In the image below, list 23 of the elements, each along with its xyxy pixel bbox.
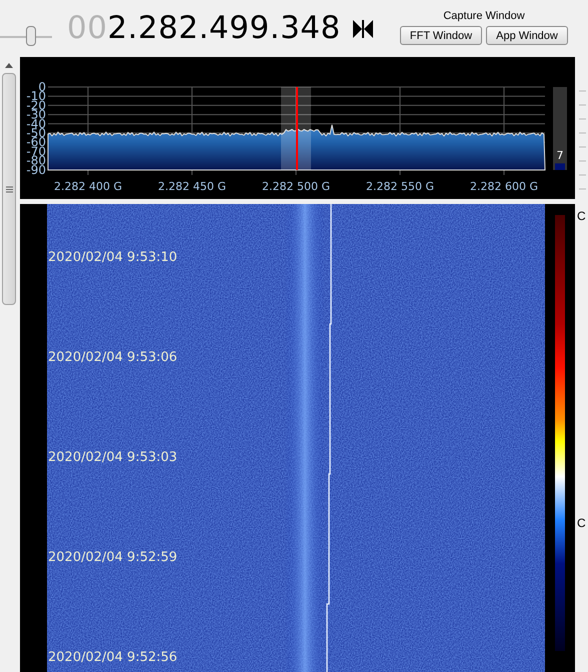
- axis-label: 2.282 450 G: [158, 180, 226, 193]
- axis-label: 2.282 600 G: [470, 180, 538, 193]
- capture-button[interactable]: App Window: [486, 26, 568, 46]
- capture-label: Capture Window: [443, 8, 525, 24]
- meter-reading: 7: [556, 149, 564, 162]
- bowtie-icon[interactable]: [352, 20, 373, 38]
- timestamp: 2020/02/04 9:53:06: [48, 351, 178, 364]
- scale-label: C: [577, 517, 587, 529]
- slider-thumb[interactable]: [26, 26, 36, 46]
- scale-label: C: [577, 210, 587, 222]
- timestamp: 2020/02/04 9:53:10: [48, 251, 178, 264]
- axis-label: 2.282 550 G: [366, 180, 434, 193]
- capture-button[interactable]: FFT Window: [400, 26, 482, 46]
- scrollbar-thumb[interactable]: [2, 73, 16, 305]
- grip-icon: [6, 186, 12, 192]
- axis-label: 2.282 500 G: [262, 180, 330, 193]
- timestamp: 2020/02/04 9:52:59: [48, 551, 178, 564]
- frequency-display: 002.282.499.348: [67, 10, 341, 46]
- axis-label: 2.282 400 G: [54, 180, 122, 193]
- timestamp: 2020/02/04 9:52:56: [48, 651, 178, 664]
- scroll-up-icon[interactable]: [5, 63, 13, 68]
- passband-highlight[interactable]: [281, 87, 311, 170]
- timestamp: 2020/02/04 9:53:03: [48, 451, 178, 464]
